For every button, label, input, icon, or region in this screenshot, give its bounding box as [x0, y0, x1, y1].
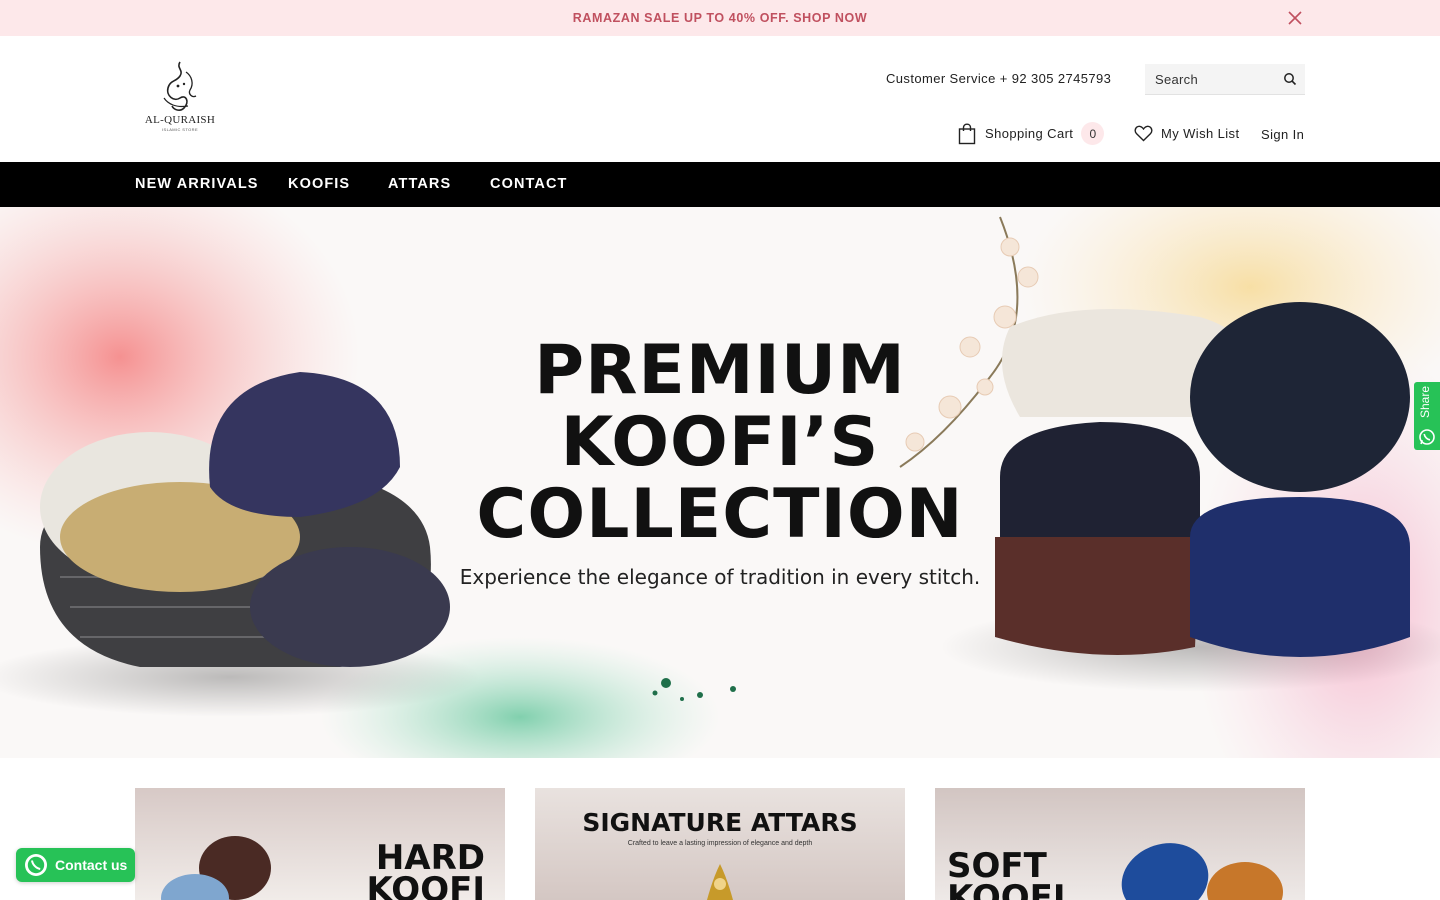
hero-title-line3: COLLECTION — [476, 475, 964, 554]
nav-item-new-arrivals[interactable]: NEW ARRIVALS — [135, 176, 259, 192]
calligraphy-logo-icon — [163, 61, 197, 111]
category-hard-koofi[interactable]: HARD KOOFI — [135, 788, 505, 900]
whatsapp-icon — [1419, 429, 1435, 445]
cart-label: Shopping Cart — [985, 126, 1074, 141]
category-soft-koofi[interactable]: SOFT KOOFI — [935, 788, 1305, 900]
nav-item-contact[interactable]: CONTACT — [490, 176, 568, 192]
search-input[interactable] — [1145, 71, 1271, 87]
wishlist-label: My Wish List — [1161, 126, 1240, 141]
announcement-link[interactable]: RAMAZAN SALE UP TO 40% OFF. SHOP NOW — [573, 11, 868, 25]
customer-service-text: Customer Service + 92 305 2745793 — [886, 71, 1112, 86]
nav-item-attars[interactable]: ATTARS — [388, 176, 451, 192]
category-signature-attars[interactable]: SIGNATURE ATTARS Crafted to leave a last… — [535, 788, 905, 900]
category-title: HARD KOOFI — [366, 841, 485, 900]
nav-item-koofis[interactable]: KOOFIS — [288, 176, 350, 192]
hero-subtitle: Experience the elegance of tradition in … — [459, 565, 981, 589]
announcement-bar: RAMAZAN SALE UP TO 40% OFF. SHOP NOW — [0, 0, 1440, 36]
hero-title: PREMIUM KOOFI’S COLLECTION — [420, 335, 1020, 551]
hero-title-line1: PREMIUM — [534, 331, 906, 410]
whatsapp-contact-button[interactable]: Contact us — [16, 848, 135, 882]
brand-logo[interactable]: AL-QURAISH ISLAMIC STORE — [140, 58, 222, 138]
koofi-group-right — [995, 302, 1410, 657]
share-label: Share — [1418, 386, 1432, 419]
sign-in-link[interactable]: Sign In — [1261, 127, 1304, 142]
search-box — [1145, 64, 1305, 95]
brand-name: AL-QURAISH — [144, 114, 216, 126]
wishlist-link[interactable]: My Wish List — [1134, 125, 1239, 142]
share-tab[interactable]: Share — [1414, 382, 1440, 450]
main-nav: NEW ARRIVALS KOOFIS ATTARS CONTACT — [0, 162, 1440, 207]
site-header: AL-QURAISH ISLAMIC STORE Customer Servic… — [0, 36, 1440, 162]
hero-banner[interactable]: PREMIUM KOOFI’S COLLECTION Experience th… — [0, 207, 1440, 758]
brand-tagline: ISLAMIC STORE — [161, 127, 199, 132]
search-icon[interactable] — [1283, 72, 1297, 86]
soft-koofi-image — [1121, 843, 1283, 900]
hero-title-line2: KOOFI’S — [560, 403, 880, 482]
contact-us-label: Contact us — [55, 857, 128, 873]
category-title-line2: KOOFI — [366, 870, 485, 900]
cart-count-badge: 0 — [1081, 122, 1105, 145]
shopping-cart-link[interactable]: Shopping Cart 0 — [958, 122, 1105, 145]
shopping-bag-icon — [958, 122, 976, 144]
close-icon[interactable] — [1286, 9, 1304, 27]
heart-icon — [1134, 125, 1153, 142]
whatsapp-icon — [25, 854, 47, 876]
attar-bottle-image — [707, 864, 733, 900]
